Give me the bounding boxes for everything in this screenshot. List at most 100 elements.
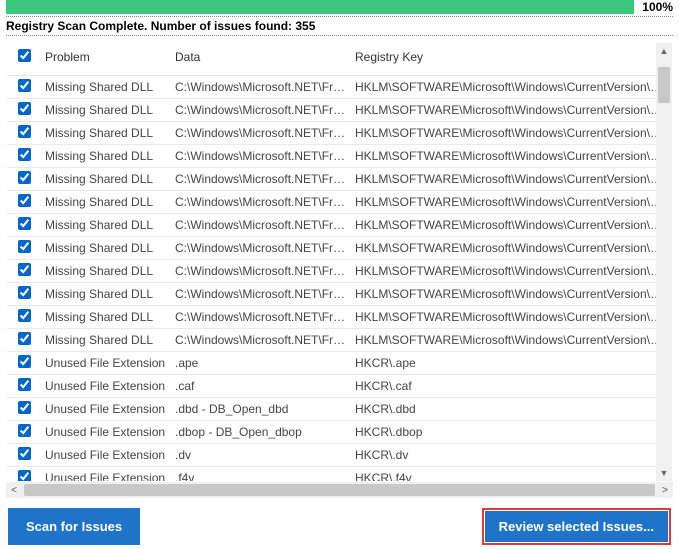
row-checkbox-cell <box>7 76 41 99</box>
row-checkbox[interactable] <box>18 401 31 414</box>
scan-for-issues-button[interactable]: Scan for Issues <box>8 508 140 545</box>
cell-problem: Missing Shared DLL <box>41 329 171 352</box>
row-checkbox[interactable] <box>18 217 31 230</box>
row-checkbox[interactable] <box>18 355 31 368</box>
cell-problem: Missing Shared DLL <box>41 191 171 214</box>
table-row[interactable]: Missing Shared DLLC:\Windows\Microsoft.N… <box>7 76 672 99</box>
table-row[interactable]: Missing Shared DLLC:\Windows\Microsoft.N… <box>7 329 672 352</box>
cell-problem: Missing Shared DLL <box>41 214 171 237</box>
results-table: Problem Data Registry Key Missing Shared… <box>7 43 672 482</box>
row-checkbox-cell <box>7 329 41 352</box>
cell-problem: Unused File Extension <box>41 444 171 467</box>
cell-regkey: HKLM\SOFTWARE\Microsoft\Windows\CurrentV… <box>351 76 672 99</box>
row-checkbox[interactable] <box>18 424 31 437</box>
scroll-left-icon[interactable]: < <box>6 482 22 498</box>
cell-problem: Missing Shared DLL <box>41 237 171 260</box>
cell-regkey: HKLM\SOFTWARE\Microsoft\Windows\CurrentV… <box>351 329 672 352</box>
table-row[interactable]: Unused File Extension.dbd - DB_Open_dbdH… <box>7 398 672 421</box>
horizontal-scrollbar[interactable]: < > <box>6 482 673 498</box>
cell-regkey: HKCR\.dv <box>351 444 672 467</box>
row-checkbox-cell <box>7 421 41 444</box>
row-checkbox[interactable] <box>18 102 31 115</box>
cell-data: C:\Windows\Microsoft.NET\Fra... <box>171 122 351 145</box>
vertical-scroll-thumb[interactable] <box>658 67 670 103</box>
row-checkbox[interactable] <box>18 470 31 482</box>
row-checkbox[interactable] <box>18 125 31 138</box>
cell-data: .dbd - DB_Open_dbd <box>171 398 351 421</box>
table-row[interactable]: Unused File Extension.dbop - DB_Open_dbo… <box>7 421 672 444</box>
row-checkbox-cell <box>7 444 41 467</box>
row-checkbox-cell <box>7 145 41 168</box>
cell-data: C:\Windows\Microsoft.NET\Fra... <box>171 76 351 99</box>
row-checkbox[interactable] <box>18 171 31 184</box>
table-row[interactable]: Missing Shared DLLC:\Windows\Microsoft.N… <box>7 145 672 168</box>
cell-problem: Missing Shared DLL <box>41 76 171 99</box>
row-checkbox[interactable] <box>18 240 31 253</box>
cell-data: C:\Windows\Microsoft.NET\Fra... <box>171 260 351 283</box>
table-row[interactable]: Missing Shared DLLC:\Windows\Microsoft.N… <box>7 191 672 214</box>
review-selected-issues-button[interactable]: Review selected Issues... <box>485 511 668 542</box>
cell-regkey: HKLM\SOFTWARE\Microsoft\Windows\CurrentV… <box>351 260 672 283</box>
cell-regkey: HKLM\SOFTWARE\Microsoft\Windows\CurrentV… <box>351 99 672 122</box>
cell-data: C:\Windows\Microsoft.NET\Fra... <box>171 191 351 214</box>
table-row[interactable]: Missing Shared DLLC:\Windows\Microsoft.N… <box>7 260 672 283</box>
scroll-down-icon[interactable]: ▼ <box>656 465 672 481</box>
row-checkbox[interactable] <box>18 286 31 299</box>
row-checkbox-cell <box>7 237 41 260</box>
cell-problem: Missing Shared DLL <box>41 122 171 145</box>
row-checkbox-cell <box>7 398 41 421</box>
table-row[interactable]: Missing Shared DLLC:\Windows\Microsoft.N… <box>7 168 672 191</box>
column-header-problem[interactable]: Problem <box>41 43 171 76</box>
cell-problem: Unused File Extension <box>41 421 171 444</box>
row-checkbox-cell <box>7 214 41 237</box>
table-row[interactable]: Missing Shared DLLC:\Windows\Microsoft.N… <box>7 122 672 145</box>
cell-data: C:\Windows\Microsoft.NET\Fra... <box>171 214 351 237</box>
table-row[interactable]: Missing Shared DLLC:\Windows\Microsoft.N… <box>7 237 672 260</box>
cell-regkey: HKLM\SOFTWARE\Microsoft\Windows\CurrentV… <box>351 122 672 145</box>
table-row[interactable]: Missing Shared DLLC:\Windows\Microsoft.N… <box>7 306 672 329</box>
select-all-checkbox[interactable] <box>18 49 31 62</box>
row-checkbox[interactable] <box>18 447 31 460</box>
progress-percent: 100% <box>638 0 673 14</box>
row-checkbox-cell <box>7 260 41 283</box>
row-checkbox[interactable] <box>18 79 31 92</box>
cell-problem: Missing Shared DLL <box>41 306 171 329</box>
cell-data: .ape <box>171 352 351 375</box>
progress-bar <box>6 0 634 14</box>
vertical-scrollbar[interactable]: ▲ ▼ <box>656 43 672 481</box>
row-checkbox-cell <box>7 168 41 191</box>
table-row[interactable]: Missing Shared DLLC:\Windows\Microsoft.N… <box>7 99 672 122</box>
cell-data: C:\Windows\Microsoft.NET\Fra... <box>171 237 351 260</box>
cell-problem: Unused File Extension <box>41 352 171 375</box>
cell-regkey: HKLM\SOFTWARE\Microsoft\Windows\CurrentV… <box>351 306 672 329</box>
table-row[interactable]: Missing Shared DLLC:\Windows\Microsoft.N… <box>7 214 672 237</box>
row-checkbox[interactable] <box>18 309 31 322</box>
column-header-data[interactable]: Data <box>171 43 351 76</box>
cell-problem: Missing Shared DLL <box>41 99 171 122</box>
table-row[interactable]: Missing Shared DLLC:\Windows\Microsoft.N… <box>7 283 672 306</box>
cell-problem: Missing Shared DLL <box>41 283 171 306</box>
cell-data: .caf <box>171 375 351 398</box>
cell-regkey: HKLM\SOFTWARE\Microsoft\Windows\CurrentV… <box>351 145 672 168</box>
results-table-wrap: Problem Data Registry Key Missing Shared… <box>6 42 673 482</box>
row-checkbox[interactable] <box>18 263 31 276</box>
cell-data: C:\Windows\Microsoft.NET\Fra... <box>171 283 351 306</box>
row-checkbox[interactable] <box>18 148 31 161</box>
table-row[interactable]: Unused File Extension.cafHKCR\.caf <box>7 375 672 398</box>
review-button-highlight: Review selected Issues... <box>482 508 671 545</box>
scroll-right-icon[interactable]: > <box>657 482 673 498</box>
row-checkbox[interactable] <box>18 332 31 345</box>
table-row[interactable]: Unused File Extension.f4vHKCR\.f4v <box>7 467 672 483</box>
row-checkbox[interactable] <box>18 194 31 207</box>
cell-data: C:\Windows\Microsoft.NET\Fra... <box>171 145 351 168</box>
scroll-up-icon[interactable]: ▲ <box>656 43 672 59</box>
row-checkbox-cell <box>7 375 41 398</box>
cell-data: .f4v <box>171 467 351 483</box>
table-row[interactable]: Unused File Extension.dvHKCR\.dv <box>7 444 672 467</box>
cell-problem: Unused File Extension <box>41 398 171 421</box>
column-header-regkey[interactable]: Registry Key <box>351 43 672 76</box>
table-row[interactable]: Unused File Extension.apeHKCR\.ape <box>7 352 672 375</box>
horizontal-scroll-thumb[interactable] <box>24 484 655 496</box>
cell-data: C:\Windows\Microsoft.NET\Fra... <box>171 168 351 191</box>
row-checkbox[interactable] <box>18 378 31 391</box>
